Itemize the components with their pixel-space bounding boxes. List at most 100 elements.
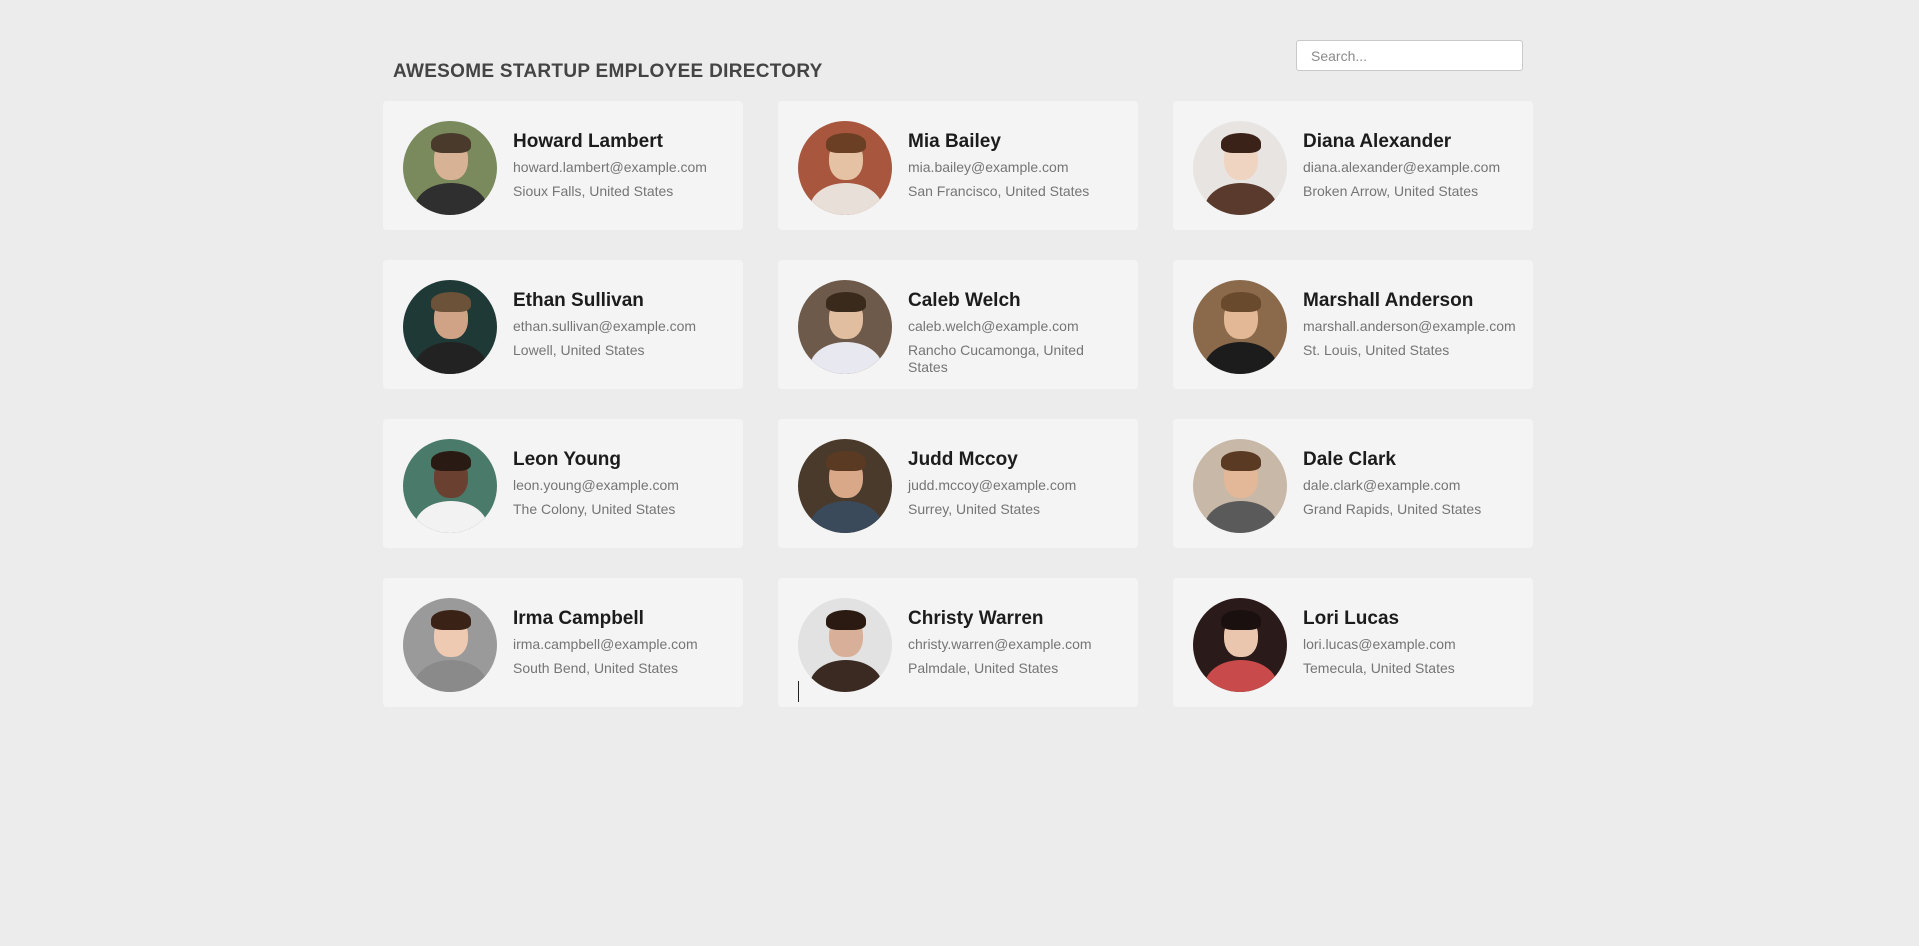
- employee-card[interactable]: Judd Mccoy judd.mccoy@example.com Surrey, …: [778, 419, 1138, 548]
- avatar-body: [415, 501, 487, 533]
- avatar-body: [810, 183, 882, 215]
- employee-card[interactable]: Christy Warren christy.warren@example.com…: [778, 578, 1138, 707]
- employee-email: howard.lambert@example.com: [513, 159, 707, 175]
- employee-avatar: [798, 121, 892, 215]
- avatar-hair: [826, 610, 866, 630]
- employee-card[interactable]: Caleb Welch caleb.welch@example.com Rancho…: [778, 260, 1138, 389]
- employee-name: Irma Campbell: [513, 608, 644, 629]
- employee-avatar: [1193, 439, 1287, 533]
- employee-info: Irma Campbell irma.campbell@example.com So…: [513, 608, 733, 677]
- avatar-body: [1205, 660, 1277, 692]
- employee-location: Lowell, United States: [513, 342, 645, 358]
- employee-avatar: [798, 598, 892, 692]
- avatar-body: [415, 660, 487, 692]
- avatar-hair: [431, 292, 471, 312]
- employee-email: marshall.anderson@example.com: [1303, 318, 1516, 334]
- employee-name: Howard Lambert: [513, 131, 663, 152]
- text-cursor: [798, 681, 799, 702]
- employee-card[interactable]: Ethan Sullivan ethan.sullivan@example.com…: [383, 260, 743, 389]
- employee-email: caleb.welch@example.com: [908, 318, 1079, 334]
- employee-email: christy.warren@example.com: [908, 636, 1092, 652]
- avatar-hair: [1221, 451, 1261, 471]
- employee-info: Judd Mccoy judd.mccoy@example.com Surrey, …: [908, 449, 1128, 518]
- employee-email: lori.lucas@example.com: [1303, 636, 1456, 652]
- employee-avatar: [1193, 280, 1287, 374]
- employee-card[interactable]: Dale Clark dale.clark@example.com Grand Ra…: [1173, 419, 1533, 548]
- employee-location: Broken Arrow, United States: [1303, 183, 1479, 199]
- avatar-hair: [826, 133, 866, 153]
- employee-name: Lori Lucas: [1303, 608, 1400, 629]
- employee-info: Howard Lambert howard.lambert@example.com…: [513, 131, 733, 200]
- employee-gallery: Howard Lambert howard.lambert@example.com…: [383, 101, 1533, 707]
- employee-location: South Bend, United States: [513, 660, 678, 676]
- employee-card[interactable]: Irma Campbell irma.campbell@example.com So…: [383, 578, 743, 707]
- employee-card[interactable]: Leon Young leon.young@example.com The Colo…: [383, 419, 743, 548]
- employee-info: Ethan Sullivan ethan.sullivan@example.com…: [513, 290, 733, 359]
- employee-info: Christy Warren christy.warren@example.com…: [908, 608, 1128, 677]
- employee-info: Lori Lucas lori.lucas@example.com Temecula…: [1303, 608, 1523, 677]
- employee-info: Caleb Welch caleb.welch@example.com Rancho…: [908, 290, 1128, 376]
- employee-email: ethan.sullivan@example.com: [513, 318, 697, 334]
- employee-card[interactable]: Lori Lucas lori.lucas@example.com Temecula…: [1173, 578, 1533, 707]
- employee-location: Surrey, United States: [908, 501, 1041, 517]
- search-input[interactable]: [1296, 40, 1523, 71]
- employee-card[interactable]: Marshall Anderson marshall.anderson@examp…: [1173, 260, 1533, 389]
- employee-avatar: [798, 439, 892, 533]
- employee-info: Leon Young leon.young@example.com The Colo…: [513, 449, 733, 518]
- employee-avatar: [403, 121, 497, 215]
- employee-email: mia.bailey@example.com: [908, 159, 1069, 175]
- employee-name: Mia Bailey: [908, 131, 1001, 152]
- avatar-hair: [431, 610, 471, 630]
- employee-email: irma.campbell@example.com: [513, 636, 698, 652]
- avatar-body: [810, 342, 882, 374]
- employee-name: Leon Young: [513, 449, 622, 470]
- employee-info: Mia Bailey mia.bailey@example.com San Fran…: [908, 131, 1128, 200]
- avatar-body: [1205, 501, 1277, 533]
- avatar-body: [415, 342, 487, 374]
- employee-email: dale.clark@example.com: [1303, 477, 1461, 493]
- employee-avatar: [403, 439, 497, 533]
- avatar-hair: [1221, 610, 1261, 630]
- directory-page: AWESOME STARTUP EMPLOYEE DIRECTORY Howar…: [0, 0, 1919, 946]
- employee-email: leon.young@example.com: [513, 477, 679, 493]
- employee-card[interactable]: Diana Alexander diana.alexander@example.c…: [1173, 101, 1533, 230]
- employee-card[interactable]: Mia Bailey mia.bailey@example.com San Fran…: [778, 101, 1138, 230]
- avatar-body: [1205, 183, 1277, 215]
- employee-card[interactable]: Howard Lambert howard.lambert@example.com…: [383, 101, 743, 230]
- header: AWESOME STARTUP EMPLOYEE DIRECTORY: [393, 40, 1523, 82]
- employee-name: Christy Warren: [908, 608, 1044, 629]
- employee-info: Diana Alexander diana.alexander@example.c…: [1303, 131, 1523, 200]
- avatar-body: [1205, 342, 1277, 374]
- employee-email: judd.mccoy@example.com: [908, 477, 1077, 493]
- employee-avatar: [403, 280, 497, 374]
- employee-location: Sioux Falls, United States: [513, 183, 674, 199]
- employee-location: Rancho Cucamonga, United States: [908, 342, 1084, 375]
- employee-avatar: [1193, 598, 1287, 692]
- employee-location: The Colony, United States: [513, 501, 676, 517]
- employee-location: Grand Rapids, United States: [1303, 501, 1482, 517]
- avatar-hair: [826, 451, 866, 471]
- avatar-hair: [431, 451, 471, 471]
- employee-location: St. Louis, United States: [1303, 342, 1450, 358]
- employee-info: Marshall Anderson marshall.anderson@examp…: [1303, 290, 1523, 359]
- employee-email: diana.alexander@example.com: [1303, 159, 1501, 175]
- employee-location: Palmdale, United States: [908, 660, 1059, 676]
- employee-avatar: [1193, 121, 1287, 215]
- employee-name: Caleb Welch: [908, 290, 1021, 311]
- avatar-body: [810, 501, 882, 533]
- avatar-hair: [1221, 292, 1261, 312]
- employee-avatar: [403, 598, 497, 692]
- employee-info: Dale Clark dale.clark@example.com Grand Ra…: [1303, 449, 1523, 518]
- avatar-body: [810, 660, 882, 692]
- employee-avatar: [798, 280, 892, 374]
- employee-location: Temecula, United States: [1303, 660, 1455, 676]
- employee-name: Marshall Anderson: [1303, 290, 1474, 311]
- employee-name: Ethan Sullivan: [513, 290, 644, 311]
- employee-name: Judd Mccoy: [908, 449, 1018, 470]
- employee-name: Diana Alexander: [1303, 131, 1452, 152]
- avatar-body: [415, 183, 487, 215]
- employee-name: Dale Clark: [1303, 449, 1396, 470]
- employee-location: San Francisco, United States: [908, 183, 1090, 199]
- avatar-hair: [1221, 133, 1261, 153]
- avatar-hair: [431, 133, 471, 153]
